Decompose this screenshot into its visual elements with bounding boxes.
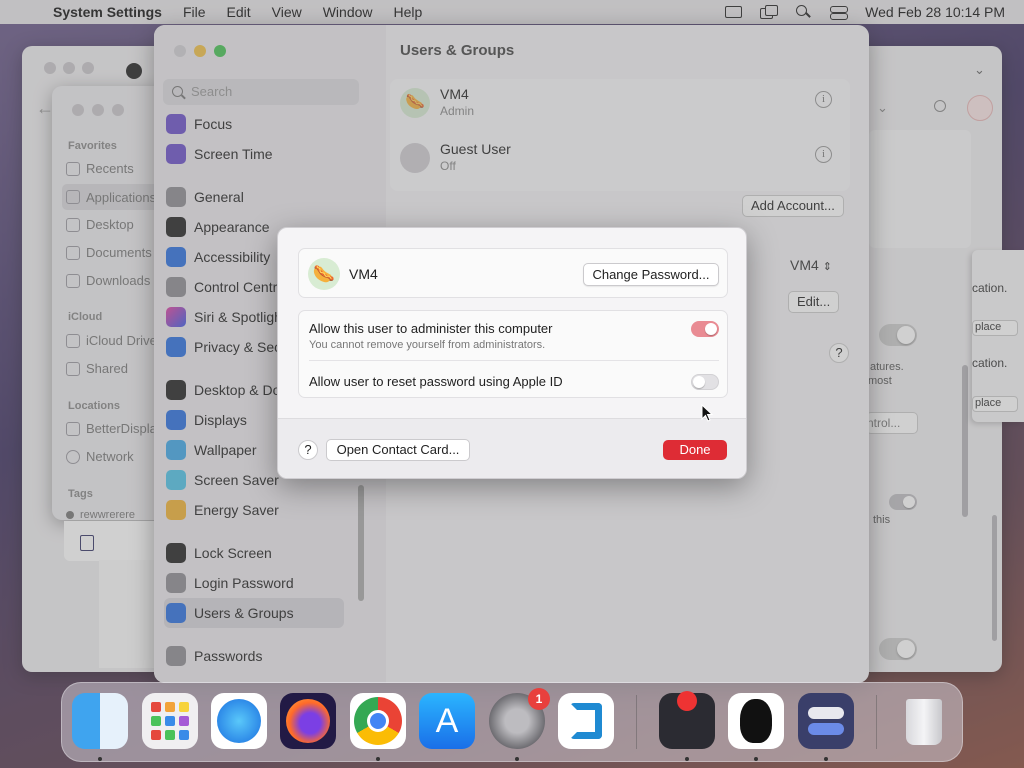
firefox-icon — [286, 699, 330, 743]
dock-vscode[interactable] — [558, 693, 614, 749]
dock-firefox[interactable] — [280, 693, 336, 749]
dock-toggles[interactable] — [798, 693, 854, 749]
dock-safari[interactable] — [211, 693, 267, 749]
vscode-icon — [570, 703, 602, 739]
running-indicator — [824, 757, 828, 761]
dock-separator — [636, 695, 637, 749]
compass-icon — [217, 699, 261, 743]
admin-option-sublabel: You cannot remove yourself from administ… — [309, 339, 546, 351]
launchpad-tile-icon — [165, 730, 175, 740]
dock-app-store[interactable]: A — [419, 693, 475, 749]
running-indicator — [515, 757, 519, 761]
trash-icon — [906, 699, 942, 745]
open-contact-card-button[interactable]: Open Contact Card... — [326, 439, 470, 461]
dock-chrome[interactable] — [350, 693, 406, 749]
app-store-a-icon: A — [435, 702, 459, 740]
launchpad-tile-icon — [151, 702, 161, 712]
dock-separator — [876, 695, 877, 749]
running-indicator — [685, 757, 689, 761]
admin-option-label: Allow this user to administer this compu… — [309, 321, 553, 336]
apple-id-reset-label: Allow user to reset password using Apple… — [309, 374, 563, 389]
launchpad-tile-icon — [165, 716, 175, 726]
joystick-icon — [677, 691, 697, 711]
dock-joystick[interactable] — [659, 691, 715, 749]
launchpad-tile-icon — [179, 702, 189, 712]
toggle-icon — [808, 707, 844, 719]
notification-badge: 1 — [528, 688, 550, 710]
running-indicator — [376, 757, 380, 761]
running-indicator — [754, 757, 758, 761]
options-divider — [309, 360, 719, 361]
dock-finder[interactable] — [72, 693, 128, 749]
user-options-sheet: 🌭 VM4 Change Password... Allow this user… — [277, 227, 747, 479]
launchpad-tile-icon — [179, 730, 189, 740]
help-button[interactable]: ? — [298, 440, 318, 460]
chrome-center-icon — [367, 710, 389, 732]
sheet-user-name: VM4 — [349, 266, 378, 282]
penguin-icon — [740, 699, 772, 743]
launchpad-tile-icon — [151, 730, 161, 740]
launchpad-tile-icon — [151, 716, 161, 726]
dock-tux[interactable] — [728, 693, 784, 749]
sheet-footer: ? Open Contact Card... Done — [278, 418, 746, 478]
change-password-button[interactable]: Change Password... — [583, 263, 719, 286]
dock: A 1 — [61, 682, 963, 762]
running-indicator — [98, 757, 102, 761]
done-button[interactable]: Done — [663, 440, 727, 460]
launchpad-tile-icon — [179, 716, 189, 726]
apple-id-reset-toggle[interactable] — [691, 374, 719, 390]
hotdog-avatar-icon: 🌭 — [308, 258, 340, 290]
admin-toggle[interactable] — [691, 321, 719, 337]
dock-trash[interactable] — [896, 693, 952, 749]
sheet-user-header: 🌭 VM4 Change Password... — [298, 248, 728, 298]
sheet-options-group: Allow this user to administer this compu… — [298, 310, 728, 398]
toggle-icon — [808, 723, 844, 735]
launchpad-tile-icon — [165, 702, 175, 712]
dock-launchpad[interactable] — [142, 693, 198, 749]
